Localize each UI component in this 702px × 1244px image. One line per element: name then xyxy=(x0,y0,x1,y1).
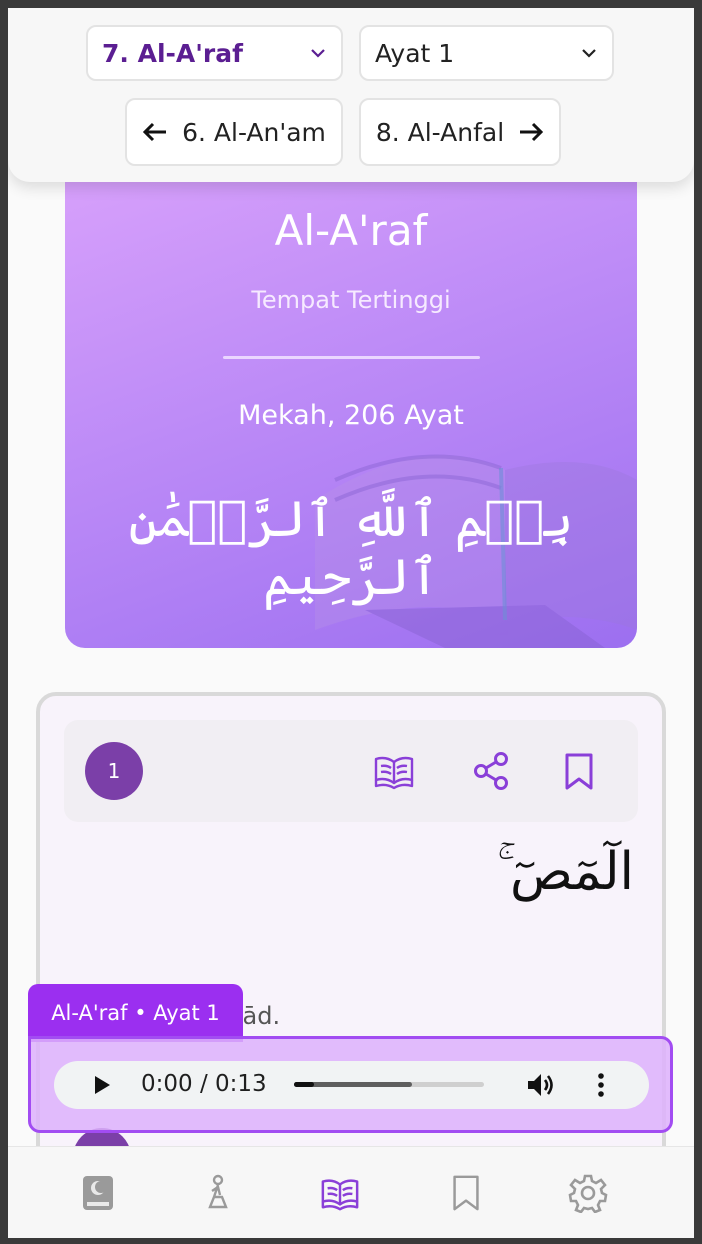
next-surah-label: 8. Al-Anfal xyxy=(375,117,505,147)
settings-icon[interactable] xyxy=(568,1173,608,1213)
chevron-down-icon xyxy=(582,49,596,58)
audio-time: 0:00 / 0:13 xyxy=(141,1071,267,1097)
audio-player-panel: 0:00 / 0:13 xyxy=(28,1036,673,1133)
audio-now-playing-label: Al-A'raf • Ayat 1 xyxy=(28,984,243,1042)
verse-arabic-text: الٓمٓصٓ ۚ xyxy=(496,842,634,902)
prayer-icon[interactable] xyxy=(198,1173,238,1213)
arrow-left-icon xyxy=(142,122,167,142)
ayat-select-value: Ayat 1 xyxy=(375,38,455,68)
bookmark-icon[interactable] xyxy=(558,750,600,792)
surah-select-value: 7. Al-A'raf xyxy=(102,38,243,68)
audio-seek-bar[interactable] xyxy=(294,1082,484,1087)
share-icon[interactable] xyxy=(470,750,512,792)
tafsir-icon[interactable] xyxy=(320,1173,360,1213)
top-navigation: 7. Al-A'raf Ayat 1 6. Al-An'am 8. Al-Anf… xyxy=(8,8,694,182)
divider xyxy=(223,356,480,359)
audio-player: 0:00 / 0:13 xyxy=(54,1061,649,1109)
verse-header: 1 xyxy=(64,720,638,822)
bottom-navigation xyxy=(8,1146,694,1238)
surah-place-and-count: Mekah, 206 Ayat xyxy=(238,400,464,431)
chevron-down-icon xyxy=(311,49,325,58)
open-book-icon[interactable] xyxy=(373,750,415,792)
arrow-right-icon xyxy=(520,122,544,142)
audio-progress xyxy=(294,1082,314,1087)
surah-header-card: Al-A'raf Tempat Tertinggi Mekah, 206 Aya… xyxy=(65,150,637,648)
more-options-icon[interactable] xyxy=(594,1071,608,1099)
previous-surah-label: 6. Al-An'am xyxy=(182,117,326,147)
verse-number-badge: 1 xyxy=(85,742,143,800)
next-surah-button[interactable]: 8. Al-Anfal xyxy=(359,98,561,166)
quran-icon[interactable] xyxy=(78,1173,118,1213)
bookmark-icon[interactable] xyxy=(446,1173,486,1213)
volume-icon[interactable] xyxy=(526,1071,556,1099)
surah-name: Al-A'raf xyxy=(274,206,428,255)
ayat-select[interactable]: Ayat 1 xyxy=(359,25,614,81)
basmala-text: بِسۡمِ ٱللَّهِ ٱلرَّحۡمَٰنِ ٱلرَّحِيمِ xyxy=(128,490,574,606)
previous-surah-button[interactable]: 6. Al-An'am xyxy=(125,98,343,166)
surah-meaning: Tempat Tertinggi xyxy=(251,286,451,314)
surah-select[interactable]: 7. Al-A'raf xyxy=(86,25,343,81)
play-icon[interactable] xyxy=(92,1075,112,1095)
